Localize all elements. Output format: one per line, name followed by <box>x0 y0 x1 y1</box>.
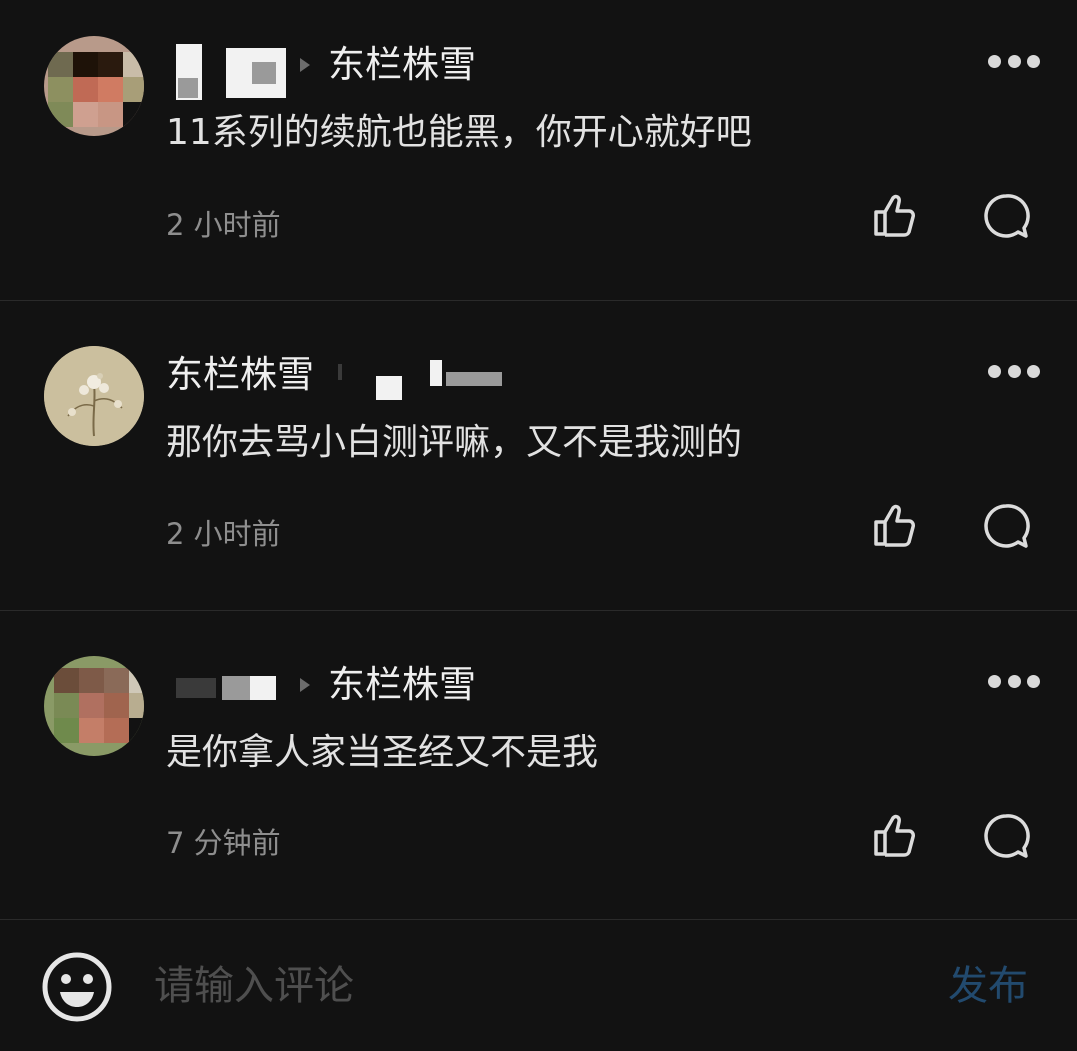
avatar[interactable] <box>44 656 144 756</box>
chat-bubble-icon[interactable] <box>980 190 1032 242</box>
comment-input[interactable] <box>154 956 894 1016</box>
reply-to-name[interactable]: 东栏株雪 <box>328 42 476 88</box>
comment-text: 那你去骂小白测评嘛，又不是我测的 <box>166 422 743 463</box>
divider <box>0 610 1077 611</box>
comment-time: 2 小时前 <box>166 208 281 242</box>
comment-text: 是你拿人家当圣经又不是我 <box>166 732 599 773</box>
author-name[interactable]: 东栏株雪 <box>166 352 314 398</box>
publish-button[interactable]: 发布 <box>948 958 1028 1014</box>
arrow-right-icon <box>300 58 310 72</box>
more-icon[interactable] <box>988 365 1040 379</box>
comment-item[interactable]: 东栏株雪 11系列的续航也能黑，你开心就好吧 2 小时前 <box>0 0 1077 309</box>
comment-item[interactable]: 东栏株雪 那你去骂小白测评嘛，又不是我测的 2 小时前 <box>0 310 1077 619</box>
comment-text: 11系列的续航也能黑，你开心就好吧 <box>166 112 752 153</box>
comment-time: 7 分钟前 <box>166 826 281 860</box>
comment-time: 2 小时前 <box>166 517 281 551</box>
reply-to-name[interactable]: 东栏株雪 <box>328 662 476 708</box>
arrow-right-icon <box>300 678 310 692</box>
chat-bubble-icon[interactable] <box>980 810 1032 862</box>
thumbs-up-icon[interactable] <box>868 810 920 862</box>
chat-bubble-icon[interactable] <box>980 500 1032 552</box>
avatar[interactable] <box>44 346 144 446</box>
avatar[interactable] <box>44 36 144 136</box>
thumbs-up-icon[interactable] <box>868 190 920 242</box>
more-icon[interactable] <box>988 675 1040 689</box>
comment-item[interactable]: 东栏株雪 是你拿人家当圣经又不是我 7 分钟前 <box>0 620 1077 929</box>
divider <box>0 300 1077 301</box>
thumbs-up-icon[interactable] <box>868 500 920 552</box>
more-icon[interactable] <box>988 55 1040 69</box>
comment-composer: 发布 <box>0 920 1077 1051</box>
smiley-icon[interactable] <box>40 950 114 1024</box>
